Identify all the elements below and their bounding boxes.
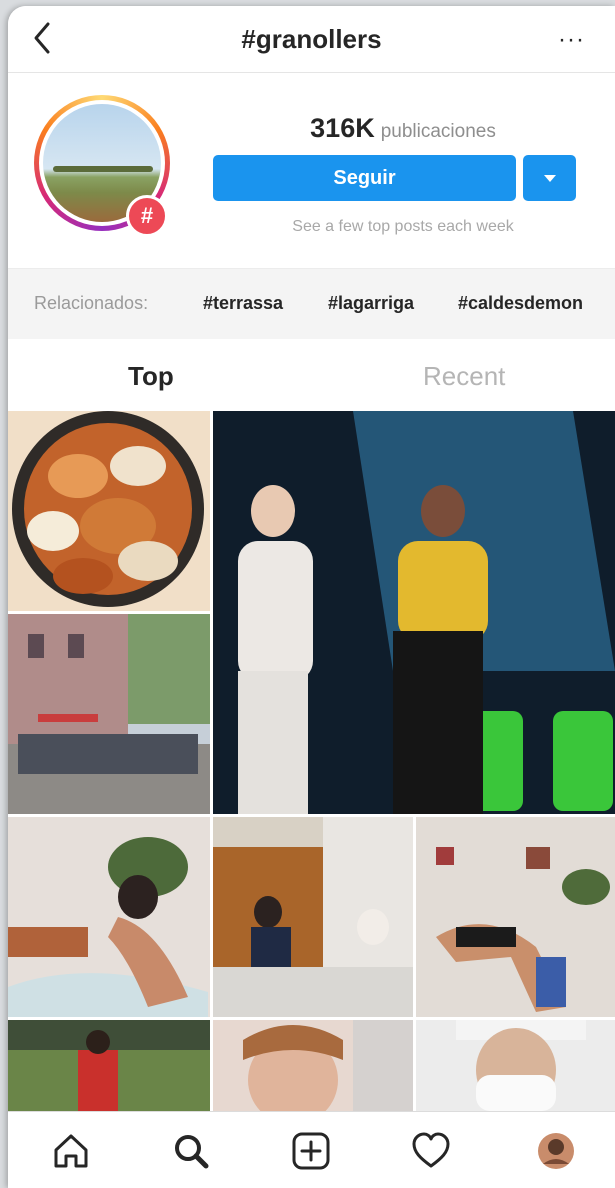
post-thumbnail[interactable]: [8, 614, 210, 814]
follow-button[interactable]: Seguir: [213, 155, 516, 201]
follow-hint: See a few top posts each week: [292, 218, 514, 235]
page-title: #granollers: [241, 24, 382, 54]
related-tags-bar: Relacionados: #terrassa #lagarriga #cald…: [8, 268, 615, 340]
tab-top[interactable]: Top: [128, 361, 174, 392]
post-thumbnail[interactable]: [8, 817, 210, 1017]
post-thumbnail[interactable]: [8, 411, 210, 611]
feed-tabs: Top Recent: [8, 339, 615, 411]
hashtag-badge: #: [126, 195, 168, 237]
home-icon[interactable]: [50, 1130, 92, 1172]
post-thumbnail[interactable]: [8, 1020, 210, 1111]
bottom-nav: [8, 1111, 615, 1188]
related-tag[interactable]: #lagarriga: [328, 293, 414, 314]
post-count: 316K: [310, 113, 375, 143]
post-thumbnail[interactable]: [213, 411, 615, 814]
phone-screen: #granollers ··· # 316K publicaciones Segu…: [8, 6, 615, 1188]
hashtag-header: # 316K publicaciones Seguir See a few top…: [8, 73, 615, 268]
caret-down-icon: [543, 175, 556, 183]
heart-icon[interactable]: [410, 1130, 452, 1172]
post-thumbnail[interactable]: [213, 1020, 413, 1111]
related-tag[interactable]: #terrassa: [203, 293, 283, 314]
add-post-icon[interactable]: [290, 1130, 332, 1172]
related-tag[interactable]: #caldesdemon: [458, 293, 583, 314]
follow-options-button[interactable]: [523, 155, 576, 201]
profile-avatar[interactable]: [535, 1130, 577, 1172]
post-thumbnail[interactable]: [416, 817, 615, 1017]
top-bar: #granollers ···: [8, 6, 615, 73]
post-thumbnail[interactable]: [416, 1020, 615, 1111]
more-options-button[interactable]: ···: [558, 26, 585, 54]
related-label: Relacionados:: [34, 293, 149, 313]
tab-recent[interactable]: Recent: [423, 361, 505, 392]
post-grid: [8, 411, 615, 1111]
post-thumbnail[interactable]: [213, 817, 413, 1017]
search-icon[interactable]: [170, 1130, 212, 1172]
post-count-line: 316K publicaciones: [213, 113, 593, 144]
post-count-label: publicaciones: [380, 121, 496, 142]
